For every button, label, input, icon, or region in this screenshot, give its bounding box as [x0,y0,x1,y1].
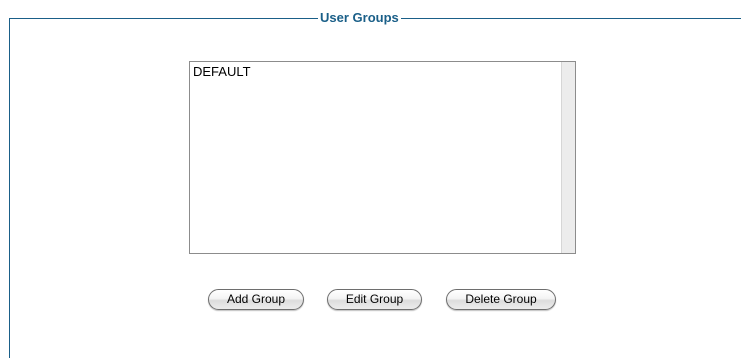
user-groups-legend: User Groups [318,9,401,27]
list-item[interactable]: DEFAULT [193,64,558,80]
vertical-scrollbar[interactable] [561,62,575,253]
edit-group-button[interactable]: Edit Group [327,289,422,310]
user-groups-list: DEFAULT [190,62,561,253]
delete-group-button[interactable]: Delete Group [446,289,556,310]
add-group-button[interactable]: Add Group [208,289,304,310]
user-groups-listbox[interactable]: DEFAULT [189,61,576,254]
